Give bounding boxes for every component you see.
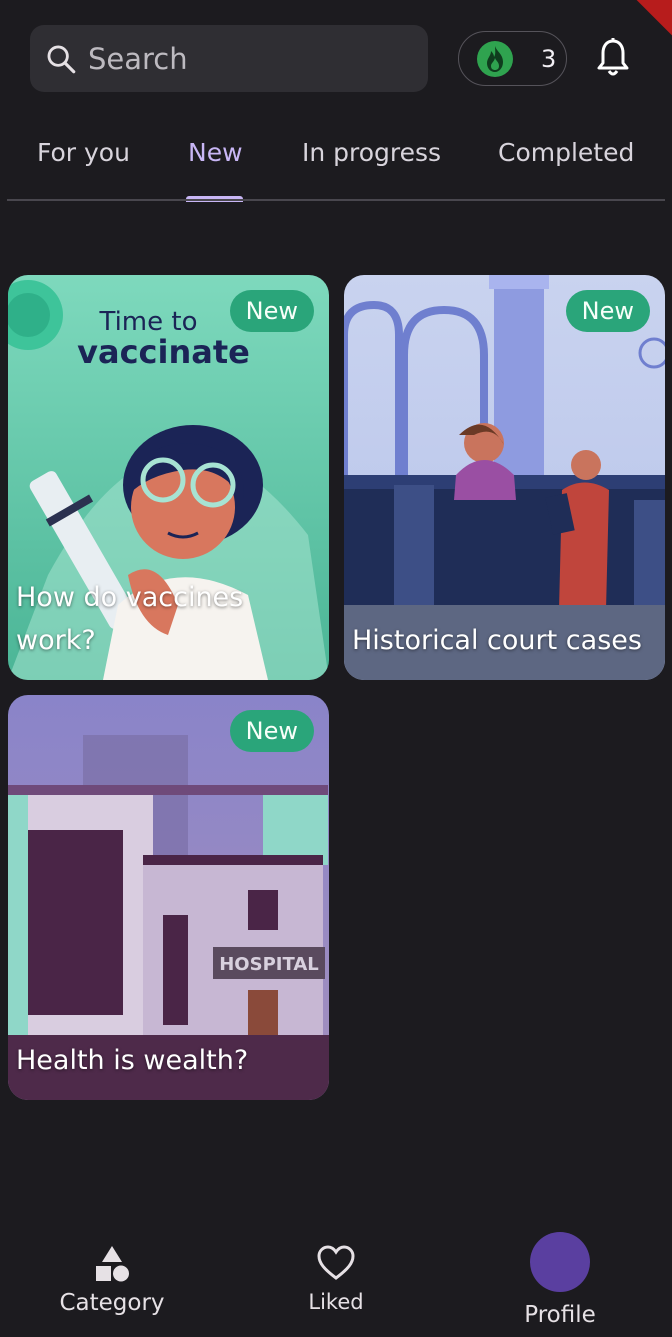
- heart-icon: [317, 1245, 355, 1280]
- course-card-vaccines[interactable]: Time to vaccinate New How do vaccines wo…: [8, 275, 329, 680]
- card-title: Health is wealth?: [16, 1045, 249, 1076]
- new-badge: New: [229, 290, 314, 332]
- tab-in-progress[interactable]: In progress: [302, 138, 441, 167]
- streak-count: 3: [541, 44, 557, 73]
- search-icon: [47, 45, 76, 73]
- flame-icon: [477, 40, 513, 77]
- card-title: How do vaccines work?: [16, 582, 244, 656]
- card-title: Historical court cases: [352, 625, 642, 656]
- tab-for-you[interactable]: For you: [37, 138, 130, 167]
- streak-counter[interactable]: 3: [458, 31, 567, 86]
- bell-icon[interactable]: [596, 38, 630, 78]
- new-badge: New: [229, 710, 314, 752]
- nav-category-label: Category: [59, 1290, 165, 1316]
- poster-line-2: vaccinate: [77, 333, 250, 371]
- nav-category[interactable]: Category: [52, 1244, 172, 1316]
- search-input[interactable]: [88, 41, 388, 76]
- shapes-icon: [96, 1246, 129, 1282]
- bottom-navigation: Category Liked Profile: [0, 1222, 672, 1337]
- nav-profile-label: Profile: [524, 1302, 596, 1328]
- course-card-health[interactable]: HOSPITAL New Health is wealth?: [8, 695, 329, 1100]
- nav-liked-label: Liked: [308, 1290, 364, 1314]
- new-badge: New: [565, 290, 650, 332]
- tab-completed[interactable]: Completed: [498, 138, 634, 167]
- avatar: [530, 1232, 590, 1292]
- debug-ribbon: [624, 0, 672, 45]
- nav-profile[interactable]: Profile: [510, 1232, 610, 1328]
- nav-liked[interactable]: Liked: [286, 1244, 386, 1314]
- hospital-sign: HOSPITAL: [219, 954, 319, 975]
- tabs-divider: [7, 199, 665, 201]
- tab-new[interactable]: New: [188, 138, 243, 167]
- search-bar[interactable]: [30, 25, 428, 92]
- tab-bar: For you New In progress Completed: [0, 132, 672, 202]
- course-card-court[interactable]: New Historical court cases: [344, 275, 665, 680]
